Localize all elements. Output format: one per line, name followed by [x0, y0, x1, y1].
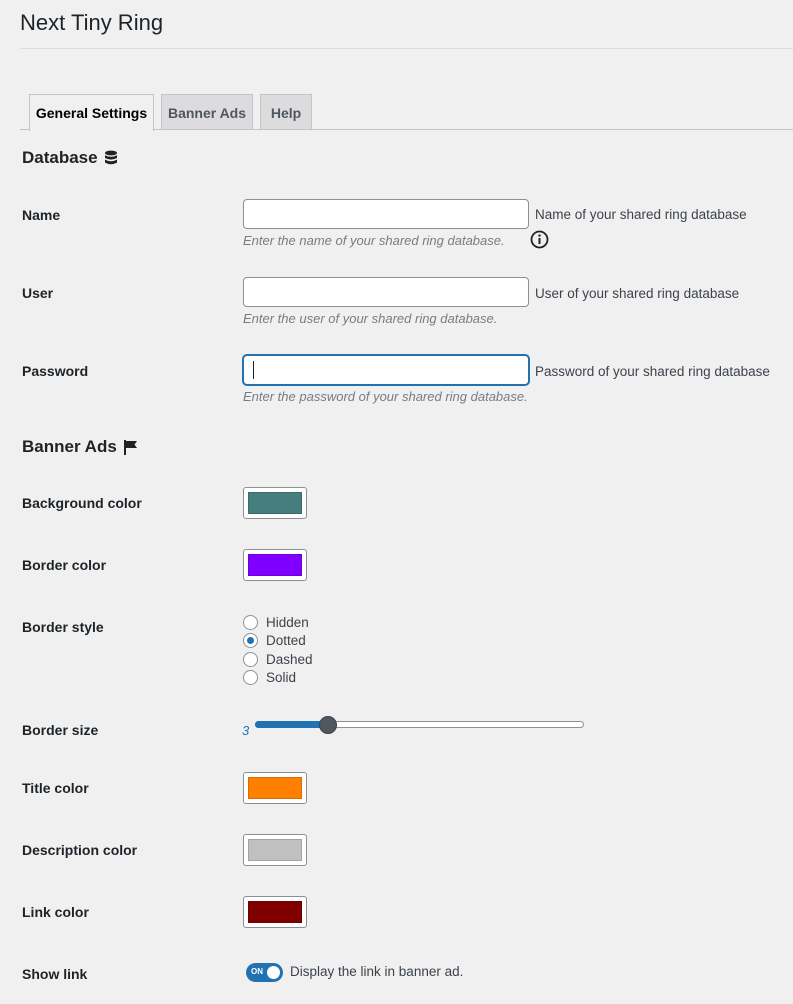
description-color-label: Description color — [22, 842, 138, 858]
database-icon — [104, 150, 117, 165]
text-caret — [253, 361, 254, 379]
db-user-description: Enter the user of your shared ring datab… — [243, 311, 498, 326]
radio-button[interactable] — [243, 614, 258, 630]
db-password-description: Enter the password of your shared ring d… — [243, 389, 528, 404]
radio-button[interactable] — [243, 651, 258, 667]
title-color-picker[interactable] — [243, 772, 307, 804]
password-label: Password — [22, 363, 89, 379]
flag-icon — [123, 439, 137, 455]
tab-help[interactable]: Help — [260, 94, 312, 130]
description-color-swatch — [248, 839, 302, 861]
background-color-label: Background color — [22, 495, 142, 511]
radio-label: Solid — [266, 670, 297, 686]
background-color-picker[interactable] — [243, 487, 307, 519]
radio-label: Dotted — [266, 633, 306, 649]
db-name-description: Enter the name of your shared ring datab… — [243, 233, 505, 248]
banner-ads-heading: Banner Ads — [22, 437, 138, 457]
db-user-hint: User of your shared ring database — [535, 286, 740, 301]
border-style-label: Border style — [22, 619, 104, 635]
banner-ads-heading-label: Banner Ads — [22, 437, 117, 456]
database-heading-label: Database — [22, 148, 98, 167]
db-user-input[interactable] — [243, 277, 529, 307]
tab-banner-ads[interactable]: Banner Ads — [161, 94, 253, 130]
db-password-input[interactable] — [243, 355, 529, 385]
border-style-option-dotted[interactable]: Dotted — [243, 632, 313, 651]
db-name-input[interactable] — [243, 199, 529, 229]
title-divider — [20, 48, 793, 49]
radio-selected-dot — [247, 637, 254, 645]
user-label: User — [22, 285, 54, 301]
title-color-swatch — [248, 777, 302, 799]
tab-general-settings[interactable]: General Settings — [29, 94, 154, 131]
name-label: Name — [22, 207, 61, 223]
border-size-slider-fill — [255, 721, 328, 728]
radio-button[interactable] — [243, 670, 258, 686]
border-color-swatch — [248, 554, 302, 576]
border-style-option-dashed[interactable]: Dashed — [243, 650, 313, 669]
description-color-picker[interactable] — [243, 834, 307, 866]
show-link-label: Show link — [22, 966, 88, 982]
link-color-label: Link color — [22, 904, 89, 920]
show-link-description: Display the link in banner ad. — [290, 964, 464, 979]
db-password-hint: Password of your shared ring database — [535, 364, 770, 379]
show-link-toggle[interactable]: ON — [246, 963, 283, 982]
border-size-label: Border size — [22, 722, 99, 738]
border-color-label: Border color — [22, 557, 107, 573]
border-size-slider-thumb[interactable] — [318, 716, 337, 734]
border-color-picker[interactable] — [243, 549, 307, 581]
settings-page: Next Tiny Ring General Settings Banner A… — [0, 0, 793, 1004]
radio-label: Dashed — [266, 651, 313, 667]
toggle-knob — [267, 966, 280, 979]
border-style-option-solid[interactable]: Solid — [243, 669, 313, 688]
database-heading: Database — [22, 148, 118, 168]
border-size-value: 3 — [242, 723, 250, 738]
radio-label: Hidden — [266, 614, 309, 630]
link-color-picker[interactable] — [243, 896, 307, 928]
border-style-option-hidden[interactable]: Hidden — [243, 613, 313, 632]
background-color-swatch — [248, 492, 302, 514]
radio-button[interactable] — [243, 633, 258, 649]
title-color-label: Title color — [22, 780, 89, 796]
toggle-on-text: ON — [251, 967, 263, 976]
info-icon[interactable] — [530, 230, 549, 249]
page-title: Next Tiny Ring — [20, 10, 164, 35]
link-color-swatch — [248, 901, 302, 923]
border-style-radio-group: Hidden Dotted Dashed Solid — [243, 613, 313, 687]
db-name-hint: Name of your shared ring database — [535, 207, 747, 222]
